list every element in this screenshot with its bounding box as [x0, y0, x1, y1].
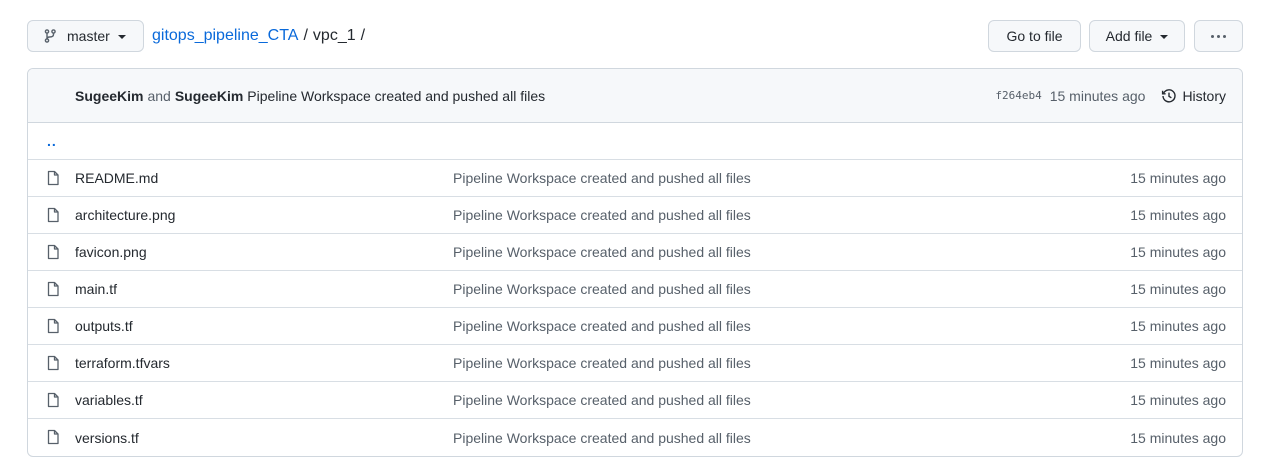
commit-message-link[interactable]: Pipeline Workspace created and pushed al… — [247, 88, 545, 104]
history-label: History — [1182, 87, 1226, 104]
file-name-link[interactable]: variables.tf — [75, 392, 143, 408]
commit-author-link[interactable]: SugeeKim — [75, 88, 143, 104]
parent-directory-link[interactable]: .. — [47, 133, 57, 149]
file-name-link[interactable]: README.md — [75, 170, 158, 186]
file-icon — [45, 207, 61, 223]
table-row[interactable]: outputs.tf Pipeline Workspace created and… — [28, 308, 1242, 345]
file-commit-message-link[interactable]: Pipeline Workspace created and pushed al… — [453, 430, 751, 446]
git-branch-icon — [42, 28, 58, 44]
add-file-button[interactable]: Add file — [1089, 20, 1185, 52]
file-commit-message-link[interactable]: Pipeline Workspace created and pushed al… — [453, 318, 751, 334]
file-commit-age: 15 minutes ago — [1130, 355, 1226, 371]
table-row[interactable]: favicon.png Pipeline Workspace created an… — [28, 234, 1242, 271]
file-commit-message-link[interactable]: Pipeline Workspace created and pushed al… — [453, 244, 751, 260]
latest-commit-bar: SugeeKim and SugeeKim Pipeline Workspace… — [28, 69, 1242, 123]
commit-coauthor-link[interactable]: SugeeKim — [175, 88, 243, 104]
file-commit-message-link[interactable]: Pipeline Workspace created and pushed al… — [453, 170, 751, 186]
file-commit-age: 15 minutes ago — [1130, 429, 1226, 446]
file-name-link[interactable]: outputs.tf — [75, 318, 133, 334]
breadcrumb-separator: / — [303, 27, 308, 44]
branch-label: master — [67, 28, 110, 44]
file-commit-message-link[interactable]: Pipeline Workspace created and pushed al… — [453, 281, 751, 297]
file-icon — [45, 281, 61, 297]
file-commit-message-link[interactable]: Pipeline Workspace created and pushed al… — [453, 207, 751, 223]
history-link[interactable]: History — [1161, 88, 1226, 104]
breadcrumb-trailing-separator: / — [360, 27, 366, 44]
file-icon — [45, 244, 61, 260]
repo-nav-bar: master gitops_pipeline_CTA / vpc_1 / Go … — [27, 20, 1243, 52]
file-commit-age: 15 minutes ago — [1130, 281, 1226, 297]
file-commit-age: 15 minutes ago — [1130, 170, 1226, 186]
file-name-link[interactable]: main.tf — [75, 281, 117, 297]
table-row[interactable]: versions.tf Pipeline Workspace created an… — [28, 419, 1242, 456]
file-commit-age: 15 minutes ago — [1130, 392, 1226, 408]
add-file-label: Add file — [1105, 28, 1153, 44]
file-commit-message-link[interactable]: Pipeline Workspace created and pushed al… — [453, 355, 751, 371]
parent-directory-row[interactable]: .. — [28, 123, 1242, 160]
file-icon — [45, 318, 61, 334]
table-row[interactable]: main.tf Pipeline Workspace created and pu… — [28, 271, 1242, 308]
branch-select-button[interactable]: master — [27, 20, 144, 52]
table-row[interactable]: terraform.tfvars Pipeline Workspace creat… — [28, 345, 1242, 382]
table-row[interactable]: README.md Pipeline Workspace created and … — [28, 160, 1242, 197]
file-commit-age: 15 minutes ago — [1130, 207, 1226, 223]
history-clock-icon — [1161, 88, 1177, 104]
kebab-horizontal-icon — [1211, 34, 1226, 38]
breadcrumb-current-folder: vpc_1 — [312, 27, 356, 44]
commit-sha-link[interactable]: f264eb4 — [995, 89, 1041, 102]
caret-down-icon — [117, 35, 126, 39]
file-commit-message-link[interactable]: Pipeline Workspace created and pushed al… — [453, 392, 751, 408]
file-commit-age: 15 minutes ago — [1130, 318, 1226, 334]
file-icon — [45, 355, 61, 371]
file-commit-age: 15 minutes ago — [1130, 244, 1226, 260]
file-icon — [45, 429, 61, 445]
breadcrumb-repo-link[interactable]: gitops_pipeline_CTA — [152, 27, 298, 45]
breadcrumb: gitops_pipeline_CTA / vpc_1 / — [152, 20, 370, 52]
commit-time: 15 minutes ago — [1049, 87, 1146, 104]
file-name-link[interactable]: architecture.png — [75, 207, 175, 223]
table-row[interactable]: architecture.png Pipeline Workspace creat… — [28, 197, 1242, 234]
go-to-file-button[interactable]: Go to file — [988, 20, 1081, 52]
more-options-button[interactable] — [1194, 20, 1243, 52]
table-row[interactable]: variables.tf Pipeline Workspace created a… — [28, 382, 1242, 419]
file-name-link[interactable]: versions.tf — [75, 430, 139, 446]
caret-down-icon — [1160, 35, 1169, 39]
file-icon — [45, 392, 61, 408]
file-name-link[interactable]: terraform.tfvars — [75, 355, 170, 371]
file-name-link[interactable]: favicon.png — [75, 244, 147, 260]
file-listing: SugeeKim and SugeeKim Pipeline Workspace… — [27, 68, 1243, 457]
go-to-file-label: Go to file — [1006, 28, 1063, 44]
file-rows: README.md Pipeline Workspace created and … — [28, 160, 1242, 456]
commit-and-text: and — [147, 87, 171, 104]
file-icon — [45, 170, 61, 186]
